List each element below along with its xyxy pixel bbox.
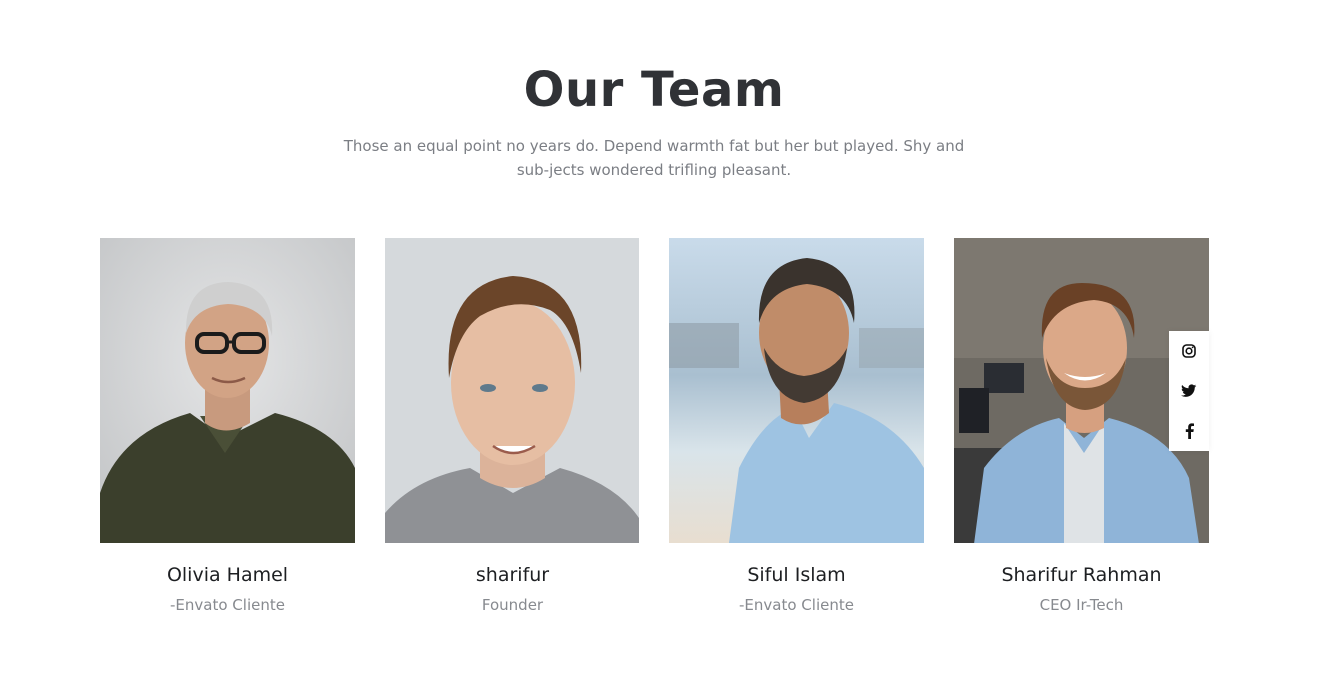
member-photo xyxy=(669,238,924,543)
member-photo xyxy=(385,238,640,543)
social-links xyxy=(1169,331,1209,451)
facebook-icon[interactable] xyxy=(1169,411,1209,451)
team-card-siful-islam[interactable]: Siful Islam -Envato Cliente xyxy=(669,238,924,615)
team-card-olivia-hamel[interactable]: Olivia Hamel -Envato Cliente xyxy=(100,238,355,615)
member-name[interactable]: Siful Islam xyxy=(669,563,924,587)
section-title: Our Team xyxy=(523,62,785,118)
member-name[interactable]: sharifur xyxy=(385,563,640,587)
twitter-icon[interactable] xyxy=(1169,371,1209,411)
member-role: CEO Ir-Tech xyxy=(1039,596,1124,614)
member-photo xyxy=(100,238,355,543)
instagram-icon[interactable] xyxy=(1169,331,1209,371)
team-card-sharifur[interactable]: sharifur Founder xyxy=(385,238,640,615)
team-section: Our Team Those an equal point no years d… xyxy=(0,0,1325,695)
section-subtitle: Those an equal point no years do. Depend… xyxy=(343,137,965,179)
member-name[interactable]: Olivia Hamel xyxy=(100,563,355,587)
member-role: -Envato Cliente xyxy=(170,596,285,614)
member-name[interactable]: Sharifur Rahman xyxy=(954,563,1209,587)
member-role: Founder xyxy=(481,596,544,614)
member-role: -Envato Cliente xyxy=(739,596,854,614)
